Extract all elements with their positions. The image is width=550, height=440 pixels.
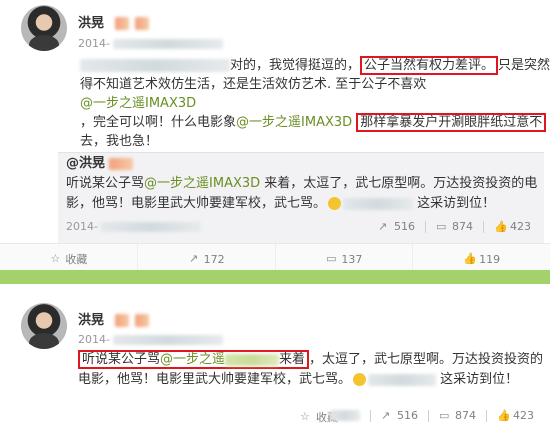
like-icon: 👍 [494,219,508,233]
mention-link[interactable]: @一步之遥IMAX3D [80,96,196,111]
comment-icon: ▭ [436,219,447,233]
forward-icon: ↗ [189,252,199,265]
post-body: 对的，我觉得挺逗的，公子当然有权力差评。只是突然觉 得不知道艺术效仿生活，还是生… [80,56,550,149]
vip-badge-icon [135,17,150,30]
repost-forward[interactable]: ↗ 516 [378,220,415,233]
verified-badge-icon [114,17,129,30]
forward[interactable]: ↗ 516 [381,409,418,422]
like-icon: 👍 [497,408,511,422]
post-body: 听说某公子骂@一步之遥 来着 ，太逗了，武七原型啊。万达投资投资的 电影，他骂！电影… [78,350,544,387]
avatar[interactable] [21,5,67,51]
author-name[interactable]: 洪晃 [78,12,150,31]
like-icon: 👍 [463,252,477,265]
repost-comment[interactable]: ▭ 874 [436,220,473,233]
avatar[interactable] [21,303,67,349]
forward-icon: ↗ [378,219,388,233]
emoji-icon [328,197,342,210]
repost-author[interactable]: @洪晃 [66,156,105,171]
post-stats: ↗ 516 ▭ 874 👍 423 [330,409,534,422]
post-time[interactable]: 2014- [78,333,223,346]
comment-icon: ▭ [439,408,450,422]
star-icon: ☆ [300,410,310,423]
repost-stats: ↗ 516 ▭ 874 👍 423 [378,220,531,233]
forward-icon: ↗ [381,408,391,422]
comment-icon: ▭ [326,252,337,265]
repost-time[interactable]: 2014- [66,220,201,233]
repost-like[interactable]: 👍 423 [494,220,531,233]
vip-badge-icon [135,314,150,327]
star-icon: ☆ [50,252,61,265]
repost-badge-icon [109,157,134,170]
verified-badge-icon [114,314,129,327]
highlight-box-3: 听说某公子骂@一步之遥 来着 [78,350,310,369]
highlight-box-1: 公子当然有权力差评。 [360,56,499,75]
highlight-box-2: 那样拿暴发户开涮眼胖纸过意不 [356,113,547,132]
repost-mention-link[interactable]: @一步之遥IMAX3D [144,176,260,191]
divider-band [0,270,550,284]
post-body-line4: 去，我也急！ [80,134,159,149]
like[interactable]: 👍 423 [497,409,534,422]
author-name[interactable]: 洪晃 [78,309,150,328]
mention-link[interactable]: @一步之遥 [160,352,225,367]
comment[interactable]: ▭ 874 [439,409,476,422]
post-time[interactable]: 2014- [78,37,223,50]
post-body-line2: 得不知道艺术效仿生活，还是生活效仿艺术. 至于公子不喜欢 [80,77,427,92]
emoji-icon [353,373,367,386]
mention-link-2[interactable]: @一步之遥IMAX3D [236,115,352,130]
repost-body: @洪晃 听说某公子骂@一步之遥IMAX3D 来着，太逗了，武七原型啊。万达投资投… [66,156,538,211]
